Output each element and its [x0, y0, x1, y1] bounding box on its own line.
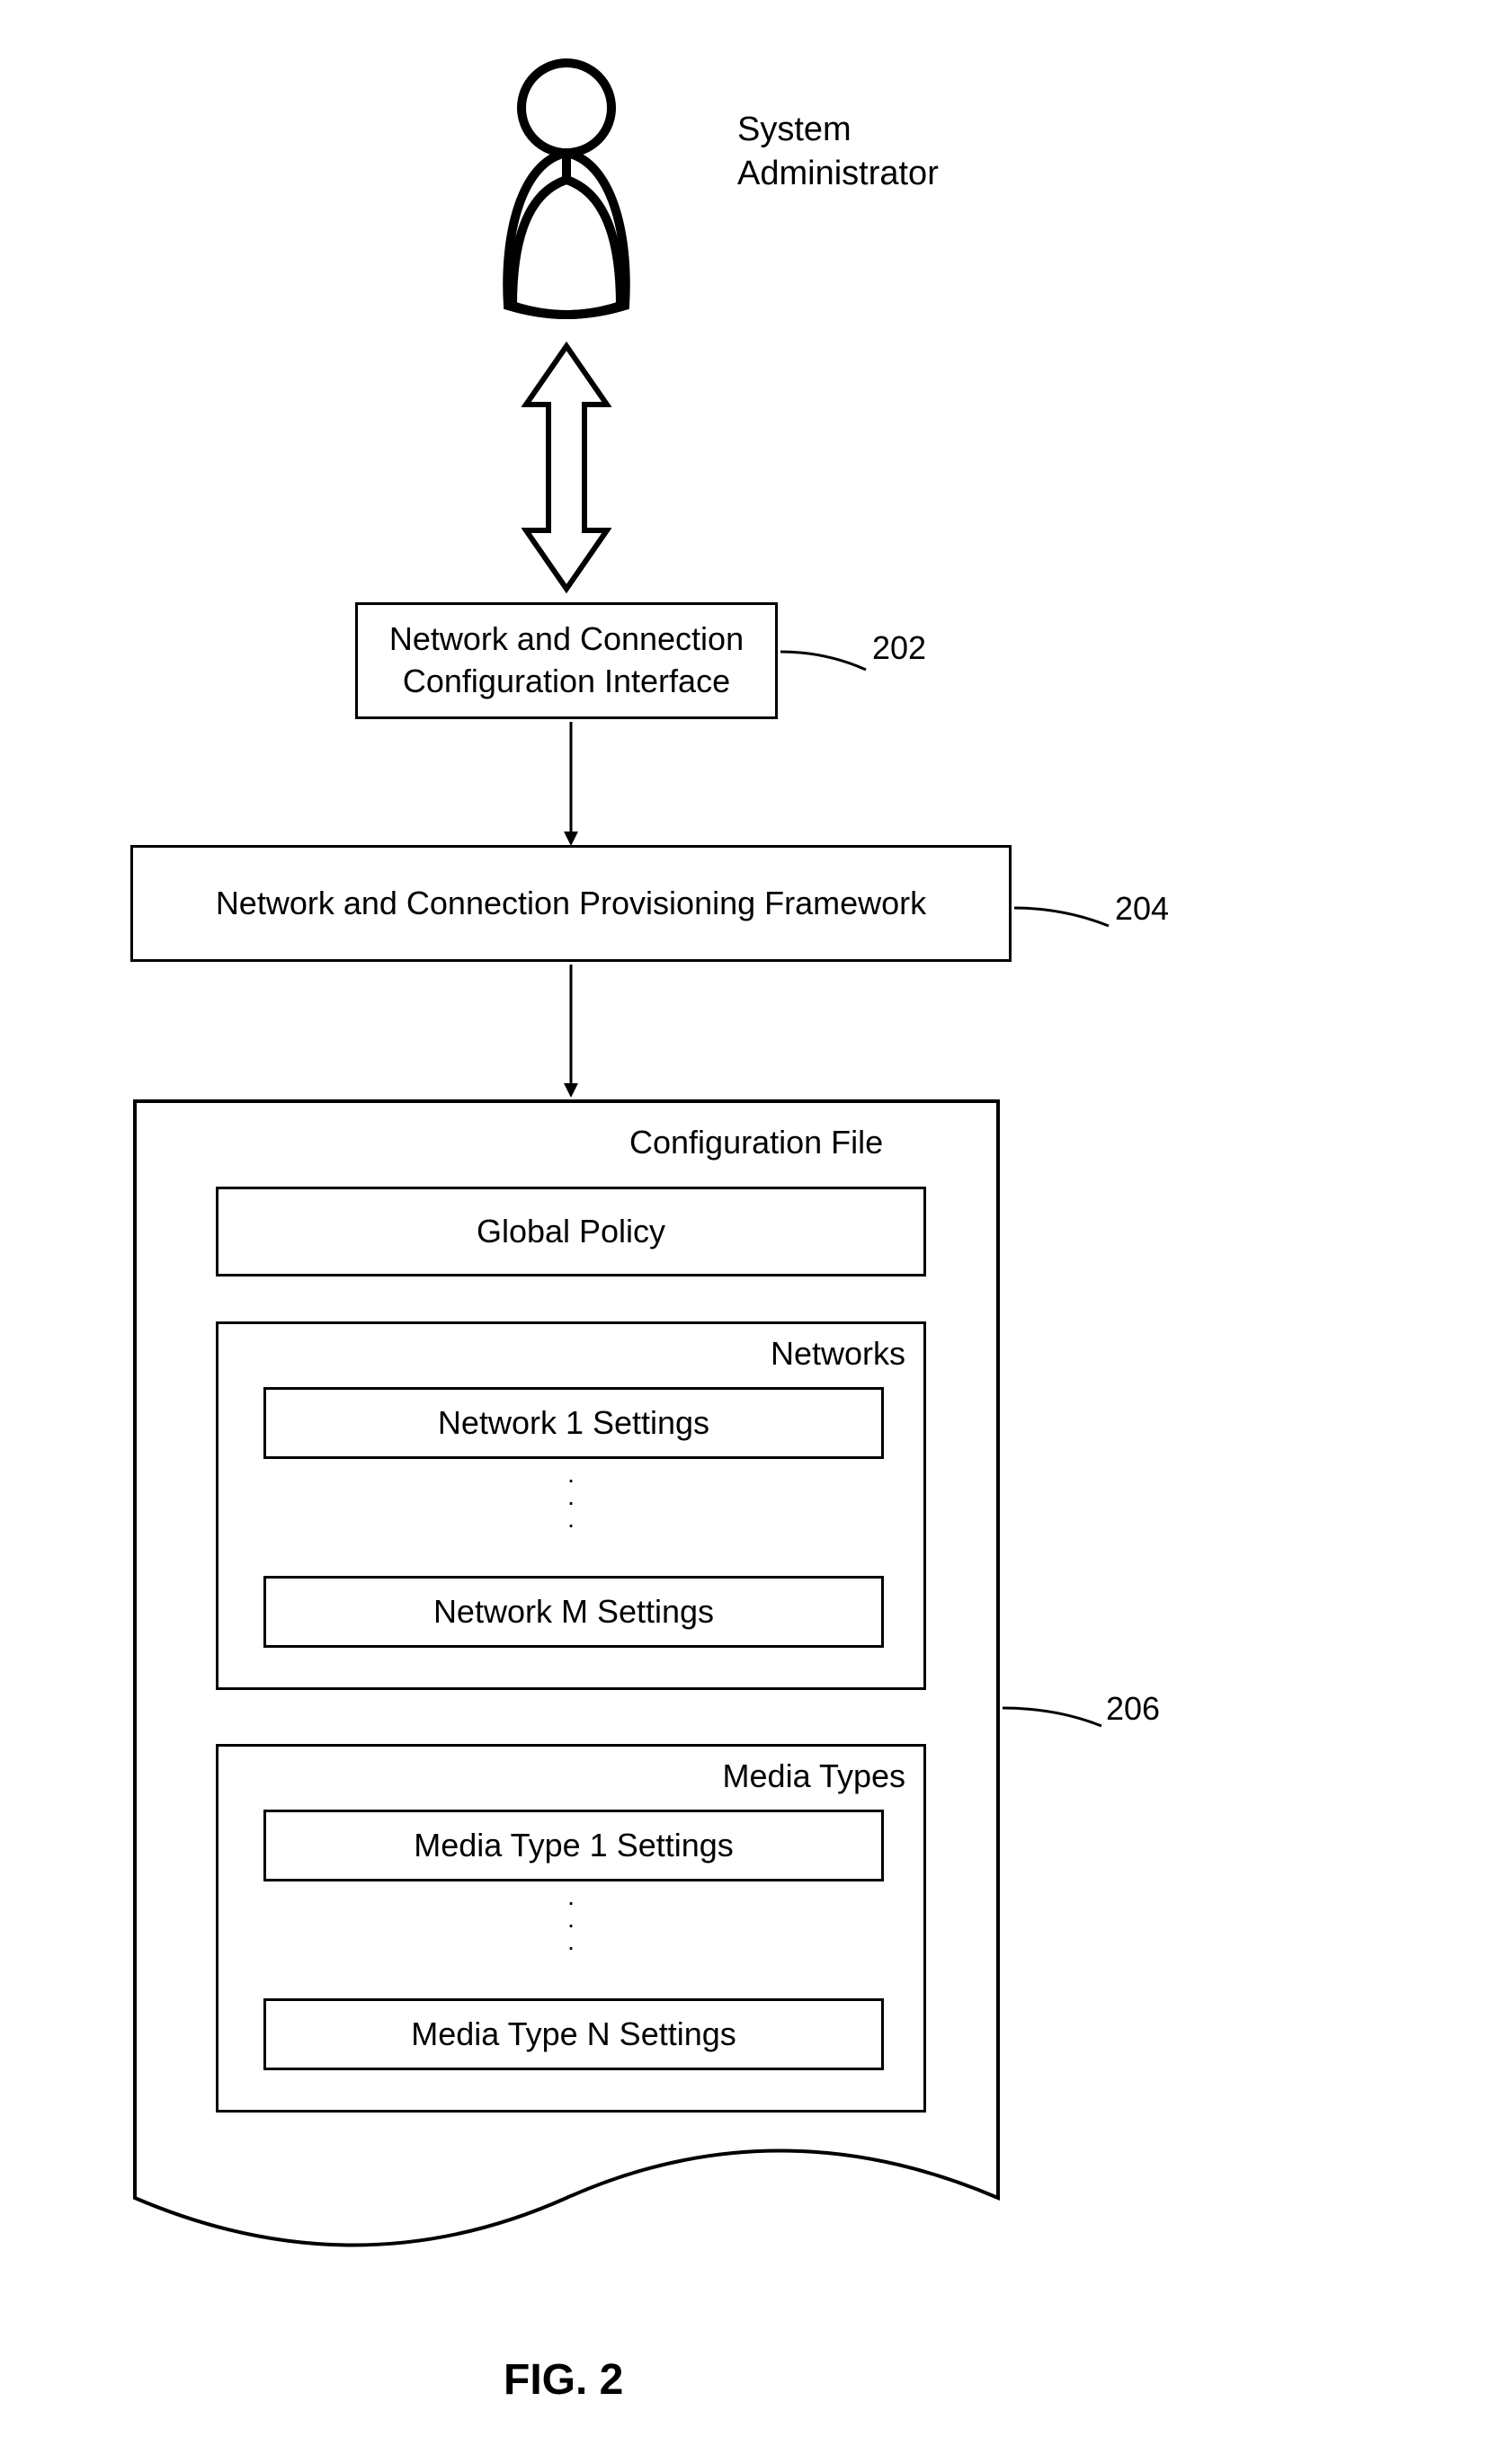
person-icon: [477, 54, 656, 328]
media-types-container: Media Types Media Type 1 Settings ··· Me…: [216, 1744, 926, 2113]
ref-line-206: [1003, 1703, 1106, 1744]
config-interface-box: Network and Connection Configuration Int…: [355, 602, 778, 719]
config-file-document: [130, 1097, 1003, 2297]
diagram-root: System Administrator Network and Connect…: [0, 0, 1489, 2464]
network-1-label: Network 1 Settings: [438, 1404, 709, 1442]
media-type-n-box: Media Type N Settings: [263, 1998, 884, 2070]
config-interface-label: Network and Connection Configuration Int…: [389, 618, 744, 703]
ellipsis-icon: ···: [566, 1468, 575, 1536]
config-file-title: Configuration File: [629, 1124, 883, 1161]
ref-204: 204: [1115, 890, 1169, 928]
arrow-down-icon: [562, 965, 580, 1104]
media-type-1-box: Media Type 1 Settings: [263, 1810, 884, 1881]
network-m-label: Network M Settings: [433, 1593, 714, 1631]
arrow-down-icon: [562, 722, 580, 852]
ref-line-204: [1014, 903, 1113, 944]
ref-202: 202: [872, 629, 926, 667]
ref-line-202: [780, 647, 870, 688]
provisioning-framework-box: Network and Connection Provisioning Fram…: [130, 845, 1012, 962]
network-m-box: Network M Settings: [263, 1576, 884, 1648]
media-type-n-label: Media Type N Settings: [411, 2015, 736, 2053]
networks-container: Networks Network 1 Settings ··· Network …: [216, 1321, 926, 1690]
ref-206: 206: [1106, 1690, 1160, 1728]
actor-label: System Administrator: [737, 108, 939, 197]
media-type-1-label: Media Type 1 Settings: [414, 1827, 734, 1864]
ellipsis-icon: ···: [566, 1890, 575, 1959]
global-policy-box: Global Policy: [216, 1187, 926, 1276]
figure-label: FIG. 2: [504, 2355, 623, 2405]
network-1-box: Network 1 Settings: [263, 1387, 884, 1459]
bidirectional-arrow-icon: [522, 342, 611, 598]
networks-title: Networks: [771, 1335, 905, 1373]
global-policy-label: Global Policy: [477, 1213, 665, 1250]
media-types-title: Media Types: [723, 1757, 905, 1795]
provisioning-framework-label: Network and Connection Provisioning Fram…: [216, 885, 926, 922]
